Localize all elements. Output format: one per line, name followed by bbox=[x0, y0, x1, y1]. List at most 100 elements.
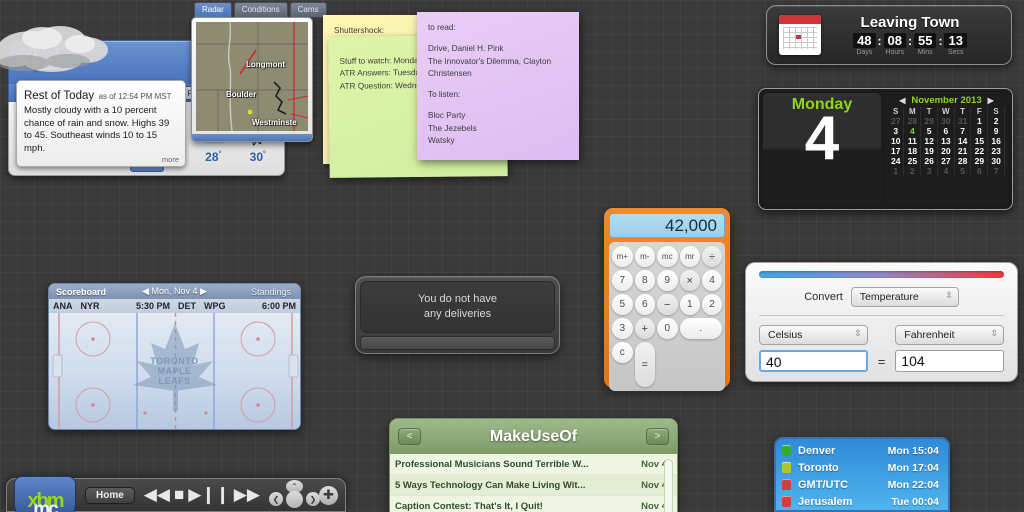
calendar-day[interactable]: 28 bbox=[904, 116, 921, 126]
category-select[interactable]: Temperature bbox=[851, 287, 959, 307]
calendar-widget[interactable]: Monday 4 ◀ November 2013 ▶ SMTWTFS 27282… bbox=[758, 88, 1013, 210]
fast-forward-button[interactable]: ▶▶ bbox=[234, 485, 260, 505]
rss-item[interactable]: Caption Contest: That's It, I Quit!Nov 4 bbox=[390, 496, 677, 512]
calc-key-8[interactable]: 8 bbox=[635, 270, 656, 291]
calendar-day[interactable]: 29 bbox=[971, 156, 988, 166]
from-unit-select[interactable]: Celsius bbox=[759, 325, 868, 345]
calendar-month-panel[interactable]: ◀ November 2013 ▶ SMTWTFS 27282930311234… bbox=[885, 93, 1008, 205]
calendar-day[interactable]: 29 bbox=[921, 116, 938, 126]
calendar-day[interactable]: 13 bbox=[937, 136, 954, 146]
calendar-day[interactable]: 21 bbox=[954, 146, 971, 156]
calendar-day[interactable]: 16 bbox=[988, 136, 1005, 146]
calendar-day[interactable]: 3 bbox=[921, 166, 938, 176]
radar-map-image[interactable]: Longmont Boulder Westminste bbox=[196, 22, 308, 131]
calc-key-3[interactable]: 3 bbox=[612, 318, 633, 339]
world-clock-widget[interactable]: DenverMon 15:04TorontoMon 17:04GMT/UTCMo… bbox=[774, 437, 950, 512]
calendar-day-today[interactable]: 4 bbox=[904, 126, 921, 136]
sticky-note-purple[interactable]: to read: Drive, Daniel H. Pink The Innov… bbox=[417, 12, 579, 160]
calc-key-9[interactable]: 9 bbox=[657, 270, 678, 291]
dpad-left-button[interactable]: ❮ bbox=[269, 492, 283, 506]
calc-key-m-[interactable]: m- bbox=[635, 246, 656, 267]
calendar-grid[interactable]: SMTWTFS 27282930311234567891011121314151… bbox=[888, 107, 1005, 176]
calc-key-mr[interactable]: mr bbox=[680, 246, 701, 267]
calc-key-4[interactable]: 4 bbox=[702, 270, 722, 291]
calendar-day[interactable]: 15 bbox=[971, 136, 988, 146]
scoreboard-date[interactable]: ◀ Mon, Nov 4 ▶ bbox=[132, 286, 217, 297]
calendar-day[interactable]: 8 bbox=[971, 126, 988, 136]
to-unit-select[interactable]: Fahrenheit bbox=[895, 325, 1004, 345]
rss-widget[interactable]: < MakeUseOf > Professional Musicians Sou… bbox=[389, 418, 678, 512]
calendar-day[interactable]: 19 bbox=[921, 146, 938, 156]
home-button[interactable]: Home bbox=[85, 487, 135, 504]
calendar-day[interactable]: 3 bbox=[888, 126, 904, 136]
stop-button[interactable]: ■ bbox=[174, 485, 184, 505]
from-value-input[interactable]: 40 bbox=[759, 350, 868, 372]
rss-item[interactable]: 5 Ways Technology Can Make Living Wit...… bbox=[390, 475, 677, 496]
calendar-day[interactable]: 11 bbox=[904, 136, 921, 146]
calendar-day[interactable]: 14 bbox=[954, 136, 971, 146]
calc-key-m+[interactable]: m+ bbox=[612, 246, 633, 267]
calendar-day[interactable]: 20 bbox=[937, 146, 954, 156]
calendar-day[interactable]: 28 bbox=[954, 156, 971, 166]
calendar-day[interactable]: 1 bbox=[888, 166, 904, 176]
countdown-widget[interactable]: Leaving Town 48 Days : 08 Hours : 55 Min… bbox=[766, 5, 1012, 65]
calendar-day[interactable]: 23 bbox=[988, 146, 1005, 156]
scoreboard-widget[interactable]: Scoreboard ◀ Mon, Nov 4 ▶ Standings ANA … bbox=[48, 283, 301, 430]
to-value-input[interactable]: 104 bbox=[895, 350, 1004, 372]
calendar-day[interactable]: 7 bbox=[988, 166, 1005, 176]
converter-widget[interactable]: Convert Temperature Celsius 40 = Fahrenh… bbox=[745, 262, 1018, 382]
rss-scrollbar[interactable] bbox=[664, 459, 673, 512]
calc-key-x[interactable]: × bbox=[680, 270, 701, 291]
calendar-day[interactable]: 10 bbox=[888, 136, 904, 146]
radar-widget[interactable]: RadarConditionsCams Longmont Boulder Wes… bbox=[191, 2, 313, 142]
calculator-widget[interactable]: 42,000 m+m-mcmr÷789×456−123+0.c= bbox=[604, 208, 730, 388]
radar-tab-cams[interactable]: Cams bbox=[290, 2, 327, 17]
rss-item[interactable]: Professional Musicians Sound Terrible W.… bbox=[390, 454, 677, 475]
calendar-day[interactable]: 2 bbox=[988, 116, 1005, 126]
calc-key-c[interactable]: c bbox=[612, 342, 633, 363]
calendar-day[interactable]: 31 bbox=[954, 116, 971, 126]
calc-key-6[interactable]: 6 bbox=[635, 294, 656, 315]
volume-up-button[interactable]: ✚ bbox=[319, 486, 338, 505]
calendar-day[interactable]: 6 bbox=[971, 166, 988, 176]
calc-key-x[interactable]: − bbox=[657, 294, 678, 315]
calc-key-5[interactable]: 5 bbox=[612, 294, 633, 315]
rss-next-button[interactable]: > bbox=[646, 428, 669, 445]
calendar-day[interactable]: 18 bbox=[904, 146, 921, 156]
radar-tab-radar[interactable]: Radar bbox=[194, 2, 232, 17]
xbmc-remote-widget[interactable]: xbm mc Home ◀◀ ■ ▶❙❙ ▶▶ ⌃ ❮ ❯ ✚ bbox=[6, 478, 346, 512]
calendar-day[interactable]: 5 bbox=[921, 126, 938, 136]
play-pause-button[interactable]: ▶❙❙ bbox=[188, 485, 230, 505]
calendar-day[interactable]: 27 bbox=[888, 116, 904, 126]
calendar-day[interactable]: 2 bbox=[904, 166, 921, 176]
radar-map-box[interactable]: Longmont Boulder Westminste bbox=[191, 17, 313, 142]
standings-link[interactable]: Standings bbox=[217, 287, 300, 297]
dpad[interactable]: ⌃ ❮ ❯ bbox=[269, 480, 310, 510]
calendar-day[interactable]: 6 bbox=[937, 126, 954, 136]
deliveries-toolbar[interactable] bbox=[360, 336, 555, 350]
calc-key-0[interactable]: 0 bbox=[657, 318, 678, 339]
calendar-day[interactable]: 17 bbox=[888, 146, 904, 156]
rewind-button[interactable]: ◀◀ bbox=[144, 485, 170, 505]
calendar-day[interactable]: 9 bbox=[988, 126, 1005, 136]
calc-key-2[interactable]: 2 bbox=[702, 294, 722, 315]
calendar-day[interactable]: 1 bbox=[971, 116, 988, 126]
calendar-day[interactable]: 22 bbox=[971, 146, 988, 156]
calc-key-1[interactable]: 1 bbox=[680, 294, 701, 315]
next-month-button[interactable]: ▶ bbox=[988, 96, 994, 105]
calendar-day[interactable]: 24 bbox=[888, 156, 904, 166]
radar-tab-conditions[interactable]: Conditions bbox=[234, 2, 288, 17]
calc-key-7[interactable]: 7 bbox=[612, 270, 633, 291]
deliveries-widget[interactable]: You do not have any deliveries bbox=[355, 276, 560, 354]
calendar-day[interactable]: 7 bbox=[954, 126, 971, 136]
calendar-day[interactable]: 27 bbox=[937, 156, 954, 166]
prev-month-button[interactable]: ◀ bbox=[899, 96, 905, 105]
calculator-keypad[interactable]: m+m-mcmr÷789×456−123+0.c= bbox=[609, 242, 725, 391]
rss-prev-button[interactable]: < bbox=[398, 428, 421, 445]
calendar-day[interactable]: 4 bbox=[937, 166, 954, 176]
calc-key-+[interactable]: + bbox=[635, 318, 656, 339]
calc-key-mc[interactable]: mc bbox=[657, 246, 678, 267]
dpad-select-button[interactable] bbox=[286, 491, 303, 508]
more-link[interactable]: more bbox=[162, 155, 179, 164]
calendar-day[interactable]: 12 bbox=[921, 136, 938, 146]
